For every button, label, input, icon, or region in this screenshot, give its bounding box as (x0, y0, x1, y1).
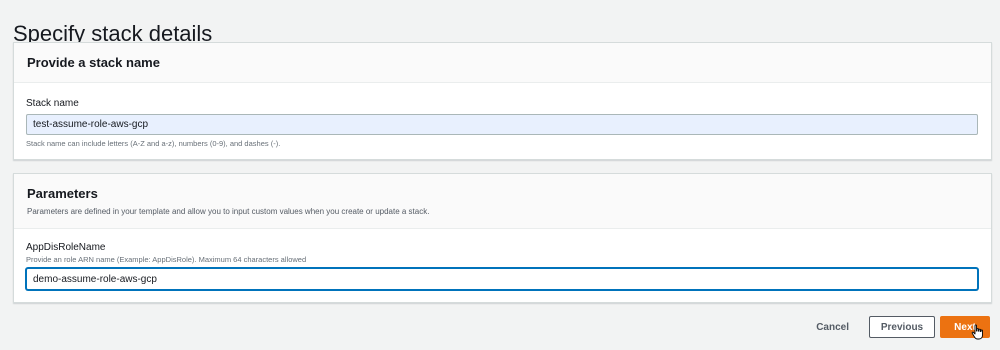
app-dis-role-name-input[interactable] (26, 268, 978, 290)
parameters-panel-title: Parameters (27, 186, 98, 201)
previous-button[interactable]: Previous (869, 316, 935, 338)
stack-name-panel-title: Provide a stack name (27, 55, 160, 70)
next-button[interactable]: Next (940, 316, 990, 340)
app-dis-role-name-field: AppDisRoleName Provide an role ARN name … (26, 242, 978, 290)
parameters-panel-header: Parameters Parameters are defined in you… (14, 174, 991, 229)
stack-name-field: Stack name Stack name can include letter… (26, 98, 978, 148)
hand-pointer-icon (971, 324, 983, 340)
wizard-actions: Cancel Previous Next (816, 316, 990, 340)
stack-name-constraint: Stack name can include letters (A-Z and … (26, 139, 281, 148)
parameters-panel-description: Parameters are defined in your template … (27, 207, 430, 216)
stack-name-panel: Provide a stack name Stack name Stack na… (13, 42, 992, 160)
cancel-button[interactable]: Cancel (816, 322, 849, 333)
parameters-panel: Parameters Parameters are defined in you… (13, 173, 992, 303)
stack-name-label: Stack name (26, 98, 79, 109)
app-dis-role-name-description: Provide an role ARN name (Example: AppDi… (26, 255, 307, 264)
stack-name-panel-header: Provide a stack name (14, 43, 991, 83)
app-dis-role-name-label: AppDisRoleName (26, 242, 106, 253)
stack-name-input[interactable] (26, 114, 978, 135)
